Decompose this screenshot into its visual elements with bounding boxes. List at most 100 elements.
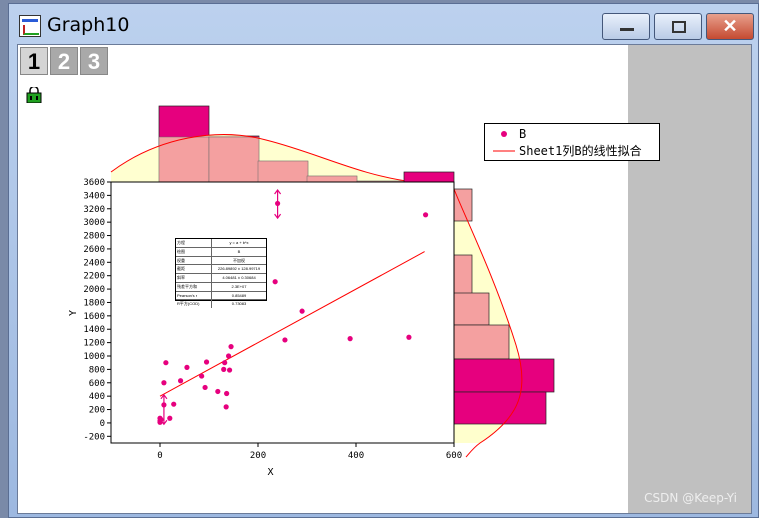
y-tick-label: 2400 <box>83 258 105 268</box>
x-tick-label: 600 <box>446 451 462 461</box>
data-point <box>215 388 221 395</box>
data-point <box>223 404 229 410</box>
legend-label: Sheet1列B的线性拟合 <box>519 144 642 158</box>
data-point <box>275 200 281 207</box>
data-point <box>422 212 429 218</box>
fit-stats-table[interactable]: 方程 y = a + b*x 绘图 B 权重 不加权截距 226.89892 ± 128.9… <box>175 238 267 308</box>
y-axis-label: Y <box>68 310 79 316</box>
y-tick-label: -200 <box>83 432 105 442</box>
y-tick-label: 3000 <box>83 218 105 228</box>
y-tick-label: 1600 <box>83 312 105 322</box>
y-tick-label: 2600 <box>83 245 105 255</box>
data-point <box>272 279 278 285</box>
minimize-button[interactable] <box>602 13 650 40</box>
y-tick-label: 3200 <box>83 205 105 215</box>
stats-value: 不加权 <box>233 257 245 263</box>
top-histogram-overlay <box>306 175 358 183</box>
y-tick-label: 2000 <box>83 285 105 295</box>
data-point <box>222 360 228 366</box>
stats-key: 方程 <box>176 239 212 247</box>
stats-key: 截距 <box>176 265 212 273</box>
y-tick-label: 1200 <box>83 339 105 349</box>
right-histogram-bar <box>453 391 547 425</box>
graph-client-area: 123 -200 0 200 400 600 800 1000 1200 1400 1600 180… <box>17 44 752 514</box>
y-tick-label: 2800 <box>83 232 105 242</box>
stats-value: y = a + b*x <box>229 240 249 245</box>
data-point <box>203 359 210 365</box>
data-point <box>202 384 208 391</box>
window-title: Graph10 <box>47 14 130 36</box>
legend[interactable]: B Sheet1列B的线性拟合 <box>484 123 660 161</box>
right-histogram-bar <box>453 292 490 326</box>
graph-window: Graph10 ✕ 123 -200 0 200 400 600 800 1000 1200 1… <box>8 3 759 518</box>
top-histogram-overlay <box>257 160 309 183</box>
close-button[interactable]: ✕ <box>706 13 754 40</box>
stats-row: 权重 不加权 <box>176 256 266 266</box>
graph-window-icon[interactable] <box>19 15 41 37</box>
data-point <box>228 344 234 350</box>
stats-value: 0.85489 <box>231 292 247 298</box>
top-histogram-bar <box>403 171 455 183</box>
legend-label: B <box>519 127 527 141</box>
x-tick-label: 400 <box>348 451 364 461</box>
data-point <box>199 373 205 379</box>
data-point <box>171 401 177 407</box>
y-tick-label: 800 <box>89 365 105 375</box>
stats-key: 绘图 <box>176 247 212 256</box>
y-tick-label: 1000 <box>83 352 105 362</box>
data-point <box>158 416 164 423</box>
data-point <box>282 337 288 343</box>
data-point <box>167 415 173 421</box>
data-point <box>161 380 167 386</box>
data-point <box>161 402 167 408</box>
stats-row: 方程 y = a + b*x <box>176 239 266 248</box>
data-point <box>226 367 233 373</box>
maximize-button[interactable] <box>654 13 702 40</box>
legend-symbol-circle <box>501 131 507 137</box>
stats-row: 斜率 4.06481 ± 0.30684 <box>176 274 266 283</box>
stats-row: R平方(COD) 0.73083 <box>176 300 266 308</box>
y-tick-label: 0 <box>100 419 105 429</box>
data-point <box>177 378 184 384</box>
data-point <box>406 334 412 340</box>
data-point <box>226 353 232 359</box>
y-tick-label: 200 <box>89 406 105 416</box>
stats-value: 0.73083 <box>231 301 247 307</box>
graph-page[interactable]: 123 -200 0 200 400 600 800 1000 1200 1400 1600 180… <box>18 45 660 513</box>
right-histogram-bar <box>453 254 473 296</box>
data-point <box>184 364 190 370</box>
right-histogram-bar <box>453 358 555 393</box>
x-tick-label: 200 <box>250 451 266 461</box>
x-tick-label: 0 <box>157 451 162 461</box>
right-histogram-bar <box>453 188 473 222</box>
y-tick-label: 600 <box>89 379 105 389</box>
stats-value: 2.3E+07 <box>231 283 247 289</box>
stats-key: R平方(COD) <box>176 300 212 308</box>
stats-value: 4.06481 ± 0.30684 <box>222 275 256 280</box>
stats-row: Pearson's r 0.85489 <box>176 291 266 301</box>
stats-row: 绘图 B <box>176 247 266 257</box>
stats-value: B <box>237 248 241 254</box>
stats-key: 斜率 <box>176 274 212 282</box>
stats-value: 226.89892 ± 128.99719 <box>217 266 261 272</box>
data-point <box>299 308 305 314</box>
stats-key: Pearson's r <box>176 291 212 300</box>
right-histogram-bar <box>453 324 510 360</box>
title-bar[interactable]: Graph10 ✕ <box>9 4 758 44</box>
y-tick-label: 400 <box>89 392 105 402</box>
plot-canvas[interactable]: -200 0 200 400 600 800 1000 1200 1400 1600 1800 200… <box>18 45 628 513</box>
x-axis-label: X <box>267 467 273 478</box>
stats-row: 截距 226.89892 ± 128.99719 <box>176 265 266 274</box>
y-tick-label: 3600 <box>83 178 105 188</box>
stats-key: 权重 <box>176 256 212 265</box>
data-point <box>163 360 169 366</box>
data-point <box>347 336 353 342</box>
data-point <box>221 366 227 372</box>
y-tick-label: 2200 <box>83 272 105 282</box>
close-icon: ✕ <box>722 16 738 36</box>
watermark: CSDN @Keep-Yi <box>644 491 737 505</box>
stats-key: 残差平方和 <box>176 282 212 291</box>
stats-row: 残差平方和 2.3E+07 <box>176 282 266 292</box>
data-point <box>224 390 230 397</box>
y-tick-label: 3400 <box>83 191 105 201</box>
